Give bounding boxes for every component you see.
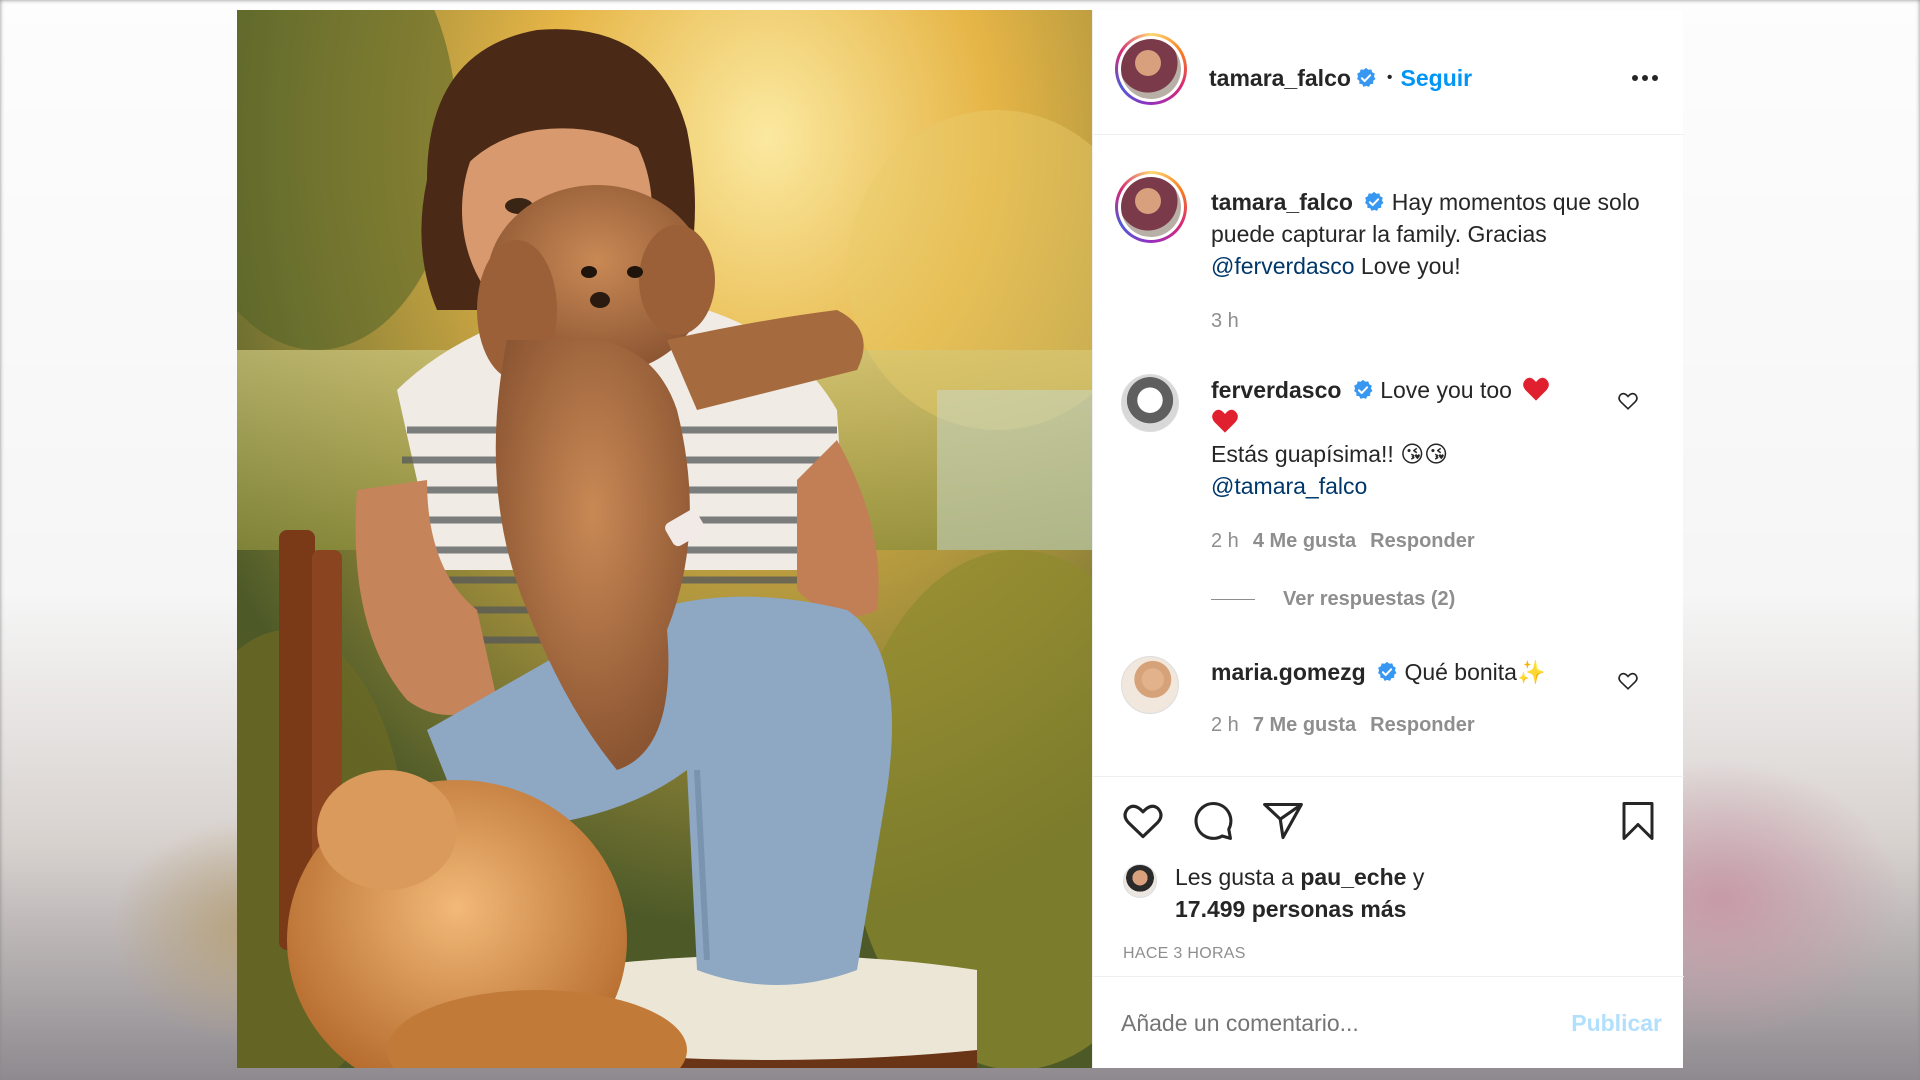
comment-mention-link[interactable]: @tamara_falco (1211, 473, 1367, 499)
view-replies-button[interactable]: Ver respuestas (2) (1211, 588, 1455, 611)
add-comment-bar: Publicar (1093, 976, 1684, 1068)
post-photo-illustration (237, 10, 1092, 1068)
post-photo[interactable] (237, 10, 1092, 1068)
liker-avatar[interactable] (1123, 864, 1157, 898)
comment-text: Love you too (1380, 377, 1512, 403)
likes-prefix: Les gusta a (1175, 864, 1294, 890)
caption-avatar-image (1121, 177, 1181, 237)
comment-maria-gomezg: maria.gomezg Qué bonita✨ (1211, 656, 1611, 688)
save-bookmark-icon[interactable] (1617, 799, 1659, 843)
post-modal: tamara_falco • Seguir tamara_falco Hay m… (237, 10, 1684, 1068)
post-time-ago[interactable]: HACE 3 HORAS (1123, 945, 1246, 963)
comment-author[interactable]: ferverdasco (1211, 377, 1341, 403)
author-username[interactable]: tamara_falco (1209, 65, 1351, 92)
post-side-panel: tamara_falco • Seguir tamara_falco Hay m… (1092, 10, 1684, 1068)
comment-author[interactable]: maria.gomezg (1211, 659, 1366, 685)
caption-time[interactable]: 3 h (1211, 310, 1239, 333)
comment-likes[interactable]: 7 Me gusta (1253, 714, 1356, 736)
caption-avatar[interactable] (1115, 171, 1187, 243)
like-heart-icon[interactable] (1121, 799, 1165, 843)
reply-button[interactable]: Responder (1370, 714, 1474, 736)
likes-and: y (1412, 864, 1425, 890)
follow-separator: • (1386, 69, 1393, 86)
comment-line2: Estás guapísima!! 😘😘 (1211, 441, 1449, 467)
sparkles-emoji: ✨ (1516, 659, 1546, 685)
verified-badge-icon (1353, 379, 1373, 399)
caption-mention-link[interactable]: @ferverdasco (1211, 253, 1355, 279)
comment-avatar-ferverdasco[interactable] (1121, 374, 1179, 432)
comment-time[interactable]: 2 h (1211, 714, 1239, 736)
publish-button[interactable]: Publicar (1571, 1010, 1662, 1037)
comment-meta: 2 h 7 Me gusta Responder (1211, 714, 1475, 737)
reply-button[interactable]: Responder (1370, 530, 1474, 552)
post-header: tamara_falco • Seguir (1093, 10, 1684, 135)
red-heart-emoji-icon (1523, 377, 1550, 401)
like-comment-heart-icon[interactable] (1617, 670, 1639, 692)
verified-badge-icon (1378, 661, 1397, 681)
share-paper-plane-icon[interactable] (1261, 799, 1305, 843)
comment-text: Qué bonita (1404, 659, 1517, 685)
likes-summary: Les gusta a pau_eche y 17.499 personas m… (1175, 861, 1595, 925)
more-options-button[interactable] (1627, 66, 1663, 90)
like-comment-heart-icon[interactable] (1617, 390, 1639, 412)
liker-username[interactable]: pau_eche (1300, 864, 1406, 890)
verified-badge-icon (1357, 67, 1376, 87)
post-caption: tamara_falco Hay momentos que solo puede… (1211, 186, 1641, 282)
comment-likes[interactable]: 4 Me gusta (1253, 530, 1356, 552)
comment-avatar-maria-gomezg[interactable] (1121, 656, 1179, 714)
comment-bubble-icon[interactable] (1191, 799, 1235, 843)
author-avatar[interactable] (1115, 33, 1187, 105)
caption-author[interactable]: tamara_falco (1211, 189, 1353, 215)
follow-button[interactable]: Seguir (1401, 65, 1473, 92)
comment-meta: 2 h 4 Me gusta Responder (1211, 530, 1475, 553)
author-avatar-image (1121, 39, 1181, 99)
verified-badge-icon (1365, 191, 1384, 211)
more-options-icon (1632, 75, 1658, 81)
caption-tail: Love you! (1360, 253, 1461, 279)
view-replies-label: Ver respuestas (2) (1283, 588, 1456, 610)
add-comment-input[interactable] (1121, 1005, 1541, 1041)
view-replies-line (1211, 599, 1255, 600)
comment-time[interactable]: 2 h (1211, 530, 1239, 552)
likes-count[interactable]: 17.499 personas más (1175, 896, 1406, 922)
post-actions: Les gusta a pau_eche y 17.499 personas m… (1093, 776, 1684, 986)
comment-ferverdasco: ferverdasco Love you too Estás guapísima… (1211, 374, 1591, 502)
red-heart-emoji-icon (1212, 409, 1238, 433)
